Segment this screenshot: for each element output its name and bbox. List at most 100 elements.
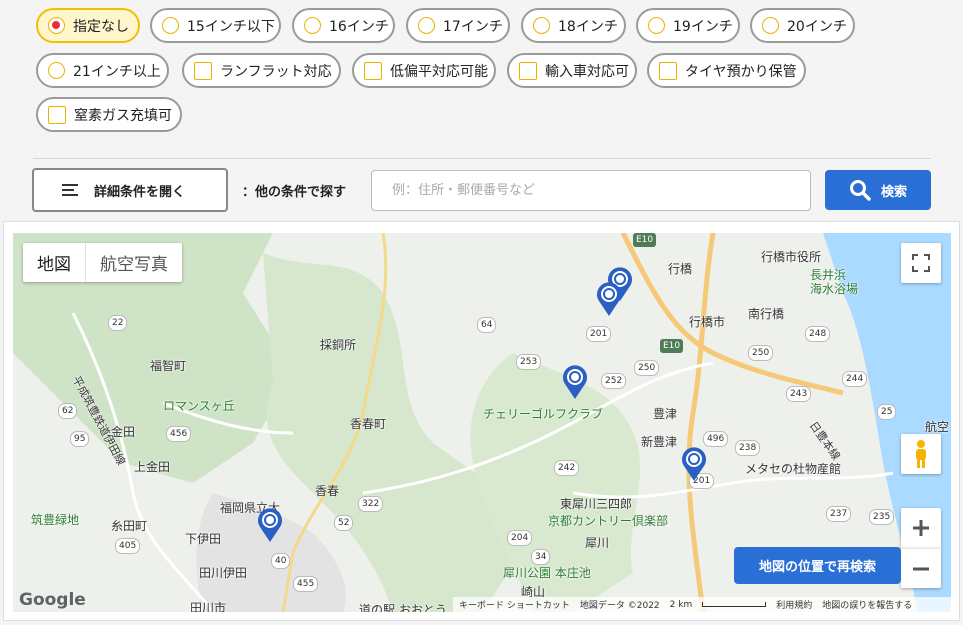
size-chip-20[interactable]: 20インチ (750, 8, 855, 43)
size-chip-21[interactable]: 21インチ以上 (36, 53, 169, 88)
checkbox-icon (48, 105, 66, 124)
zoom-out-button[interactable] (901, 548, 941, 588)
map-type-aerial[interactable]: 航空写真 (85, 243, 182, 282)
chip-label: 16インチ (329, 18, 389, 35)
feature-chip-import[interactable]: 輸入車対応可 (507, 53, 637, 88)
divider (33, 158, 931, 159)
shop-marker-icon[interactable] (596, 281, 622, 317)
detail-conditions-label: 詳細条件を開く (94, 184, 186, 200)
fullscreen-button[interactable] (901, 243, 941, 283)
road-shield: 455 (293, 576, 319, 592)
place-label: 南行橋 (748, 307, 785, 321)
place-label: 福智町 (150, 359, 187, 373)
map-data-credit: 地図データ ©2022 (579, 601, 660, 611)
search-icon (849, 180, 871, 201)
pegman-icon (916, 440, 926, 468)
zoom-in-button[interactable] (901, 508, 941, 548)
chip-label: 19インチ (673, 18, 733, 35)
keyboard-shortcuts-link[interactable]: キーボード ショートカット (459, 598, 570, 611)
search-input[interactable] (371, 170, 811, 211)
size-chip-19[interactable]: 19インチ (636, 8, 740, 43)
road-shield: 34 (531, 549, 551, 565)
size-chip-none[interactable]: 指定なし (36, 8, 140, 43)
radio-off-icon (48, 62, 65, 79)
radio-off-icon (533, 17, 550, 34)
road-shield: 204 (507, 530, 533, 546)
place-label: 京都カントリー倶楽部 (548, 514, 669, 528)
shop-marker-icon[interactable] (681, 446, 707, 482)
size-chip-16[interactable]: 16インチ (292, 8, 395, 43)
road-shield: 40 (271, 553, 291, 569)
shop-marker-icon[interactable] (562, 364, 588, 400)
map-type-control: 地図 航空写真 (23, 243, 182, 282)
place-label: ロマンスヶ丘 (163, 399, 235, 413)
size-chip-18[interactable]: 18インチ (521, 8, 626, 43)
map-canvas[interactable]: 行橋市役所 長井浜 海水浴場 行橋 南行橋 行橋市 福智町 採銅所 ロマンスヶ丘… (13, 233, 951, 612)
menu-icon (62, 184, 78, 196)
chip-label: タイヤ預かり保管 (685, 63, 797, 80)
place-label: 航空 (925, 420, 950, 434)
road-shield: 322 (358, 496, 384, 512)
place-label: 海水浴場 (810, 282, 859, 296)
detail-conditions-button[interactable]: 詳細条件を開く (32, 168, 228, 212)
place-label: 犀川公園 本庄池 (503, 566, 591, 580)
road-shield: 25 (877, 404, 897, 420)
road-shield: 237 (826, 506, 852, 522)
place-label: 筑豊緑地 (31, 513, 80, 527)
road-shield: 235 (869, 509, 895, 525)
street-view-button[interactable] (901, 434, 941, 474)
road-shield: 496 (703, 431, 729, 447)
checkbox-icon (519, 61, 537, 80)
feature-chip-low-profile[interactable]: 低偏平対応可能 (352, 53, 496, 88)
shop-marker-icon[interactable] (257, 507, 283, 543)
report-error-link[interactable]: 地図の誤りを報告する (822, 598, 912, 611)
place-label: 採銅所 (320, 338, 357, 352)
feature-chip-storage[interactable]: タイヤ預かり保管 (647, 53, 806, 88)
road-shield: 250 (748, 345, 774, 361)
place-label: 下伊田 (185, 532, 222, 546)
chip-label: 低偏平対応可能 (390, 63, 488, 80)
chip-label: ランフラット対応 (220, 63, 332, 80)
road-shield: E10 (633, 233, 657, 247)
search-button[interactable]: 検索 (825, 170, 931, 210)
chip-label: 窒素ガス充填可 (74, 107, 172, 124)
road-shield: 242 (554, 460, 580, 476)
road-shield: 405 (115, 538, 141, 554)
size-chip-15[interactable]: 15インチ以下 (150, 8, 281, 43)
place-label: 犀川 (585, 536, 610, 550)
place-label: 東犀川三四郎 (560, 497, 633, 511)
chip-label: 18インチ (558, 18, 618, 35)
place-label: メタセの杜物産館 (745, 462, 842, 476)
road-shield: 64 (477, 317, 497, 333)
chip-label: 15インチ以下 (187, 18, 275, 35)
map-attribution: キーボード ショートカット 地図データ ©2022 2 km 利用規約 地図の誤… (453, 597, 951, 612)
feature-chip-nitrogen[interactable]: 窒素ガス充填可 (36, 97, 182, 132)
road-shield: 238 (735, 440, 761, 456)
road-shield: 243 (786, 386, 812, 402)
google-logo: Google (19, 590, 86, 610)
road-shield: 95 (70, 431, 90, 447)
place-label: 道の駅 おおとう (359, 603, 447, 612)
radio-off-icon (762, 17, 779, 34)
road-shield: 244 (842, 371, 868, 387)
other-conditions-label: ：他の条件で探す (242, 185, 347, 200)
radio-off-icon (418, 17, 435, 34)
terms-link[interactable]: 利用規約 (776, 598, 812, 611)
road-shield: 456 (166, 426, 192, 442)
road-shield: 62 (58, 403, 78, 419)
road-shield: 201 (586, 326, 612, 342)
feature-chip-runflat[interactable]: ランフラット対応 (182, 53, 341, 88)
research-map-button[interactable]: 地図の位置で再検索 (734, 547, 901, 584)
place-label: 行橋市役所 (761, 250, 822, 264)
checkbox-icon (659, 61, 677, 80)
size-chip-17[interactable]: 17インチ (406, 8, 510, 43)
radio-off-icon (648, 17, 665, 34)
road-shield: 253 (516, 354, 542, 370)
search-button-label: 検索 (880, 184, 907, 200)
fullscreen-icon (912, 254, 930, 272)
map-type-map[interactable]: 地図 (23, 243, 85, 282)
checkbox-icon (194, 61, 212, 80)
road-shield: E10 (660, 339, 684, 353)
place-label: 糸田町 (111, 519, 148, 533)
scale-bar (702, 602, 767, 607)
